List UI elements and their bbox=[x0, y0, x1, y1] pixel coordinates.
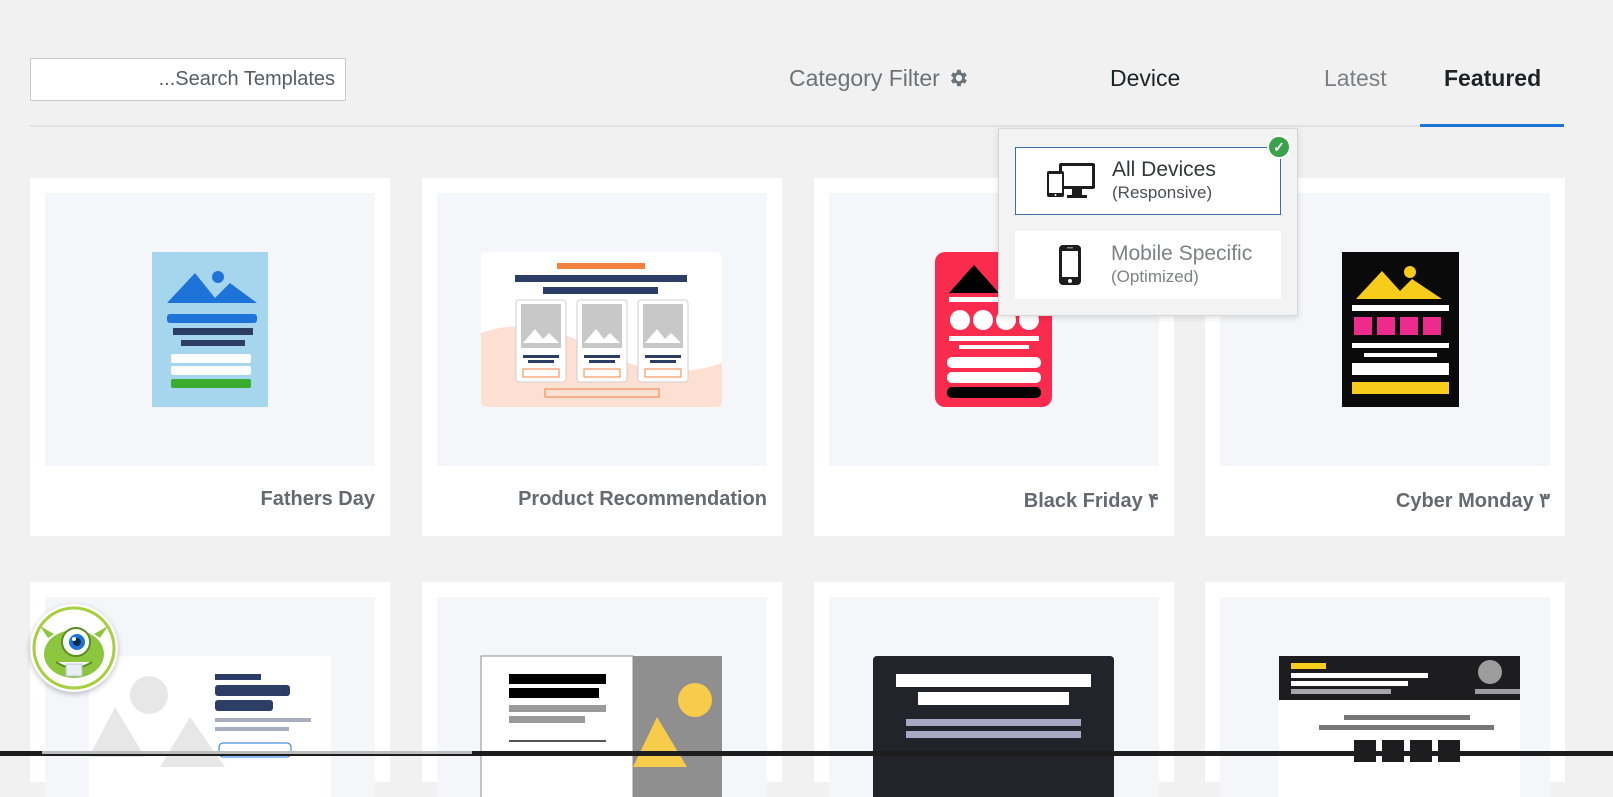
category-filter-button[interactable]: Category Filter bbox=[789, 60, 969, 96]
template-title: Cyber Monday ۳ bbox=[1395, 490, 1550, 512]
template-thumbnail bbox=[437, 597, 767, 797]
mobile-phone-icon bbox=[1037, 244, 1103, 286]
template-thumbnail bbox=[829, 597, 1159, 797]
option-sublabel: (Responsive) bbox=[1112, 183, 1213, 202]
device-dropdown: All Devices (Responsive) ✓ Mobile Specif… bbox=[998, 128, 1298, 316]
template-thumbnail bbox=[1220, 597, 1550, 797]
active-tab-indicator bbox=[1420, 124, 1564, 127]
template-thumbnail bbox=[437, 193, 767, 466]
template-title: Black Friday ۴ bbox=[1023, 490, 1159, 512]
template-thumbnail bbox=[45, 193, 375, 466]
option-label: Mobile Specific bbox=[1111, 242, 1253, 265]
option-label: All Devices bbox=[1112, 158, 1216, 181]
horizontal-scrollbar[interactable] bbox=[0, 751, 1613, 756]
template-card[interactable]: Product Recommendation bbox=[422, 178, 782, 536]
featured-tab[interactable]: Featured bbox=[1444, 60, 1541, 96]
device-option-all-devices[interactable]: All Devices (Responsive) bbox=[1015, 147, 1281, 215]
device-tab[interactable]: Device bbox=[1110, 60, 1180, 96]
search-placeholder: ...Search Templates bbox=[158, 68, 335, 90]
mascot-help-button[interactable] bbox=[30, 604, 118, 692]
template-card[interactable]: Fathers Day bbox=[30, 178, 390, 536]
category-filter-label: Category Filter bbox=[789, 64, 940, 91]
option-sublabel: (Optimized) bbox=[1111, 267, 1199, 286]
device-option-mobile-specific[interactable]: Mobile Specific (Optimized) bbox=[1015, 231, 1281, 299]
header-divider bbox=[30, 125, 1564, 127]
devices-icon bbox=[1038, 161, 1104, 201]
template-title: Fathers Day bbox=[260, 488, 376, 510]
check-icon: ✓ bbox=[1267, 135, 1291, 159]
monster-mascot-icon bbox=[32, 606, 116, 690]
template-title: Product Recommendation bbox=[518, 488, 767, 510]
scrollbar-thumb[interactable] bbox=[42, 751, 472, 754]
gear-icon bbox=[947, 67, 969, 89]
latest-tab[interactable]: Latest bbox=[1324, 60, 1387, 96]
search-input[interactable]: ...Search Templates bbox=[30, 58, 346, 101]
